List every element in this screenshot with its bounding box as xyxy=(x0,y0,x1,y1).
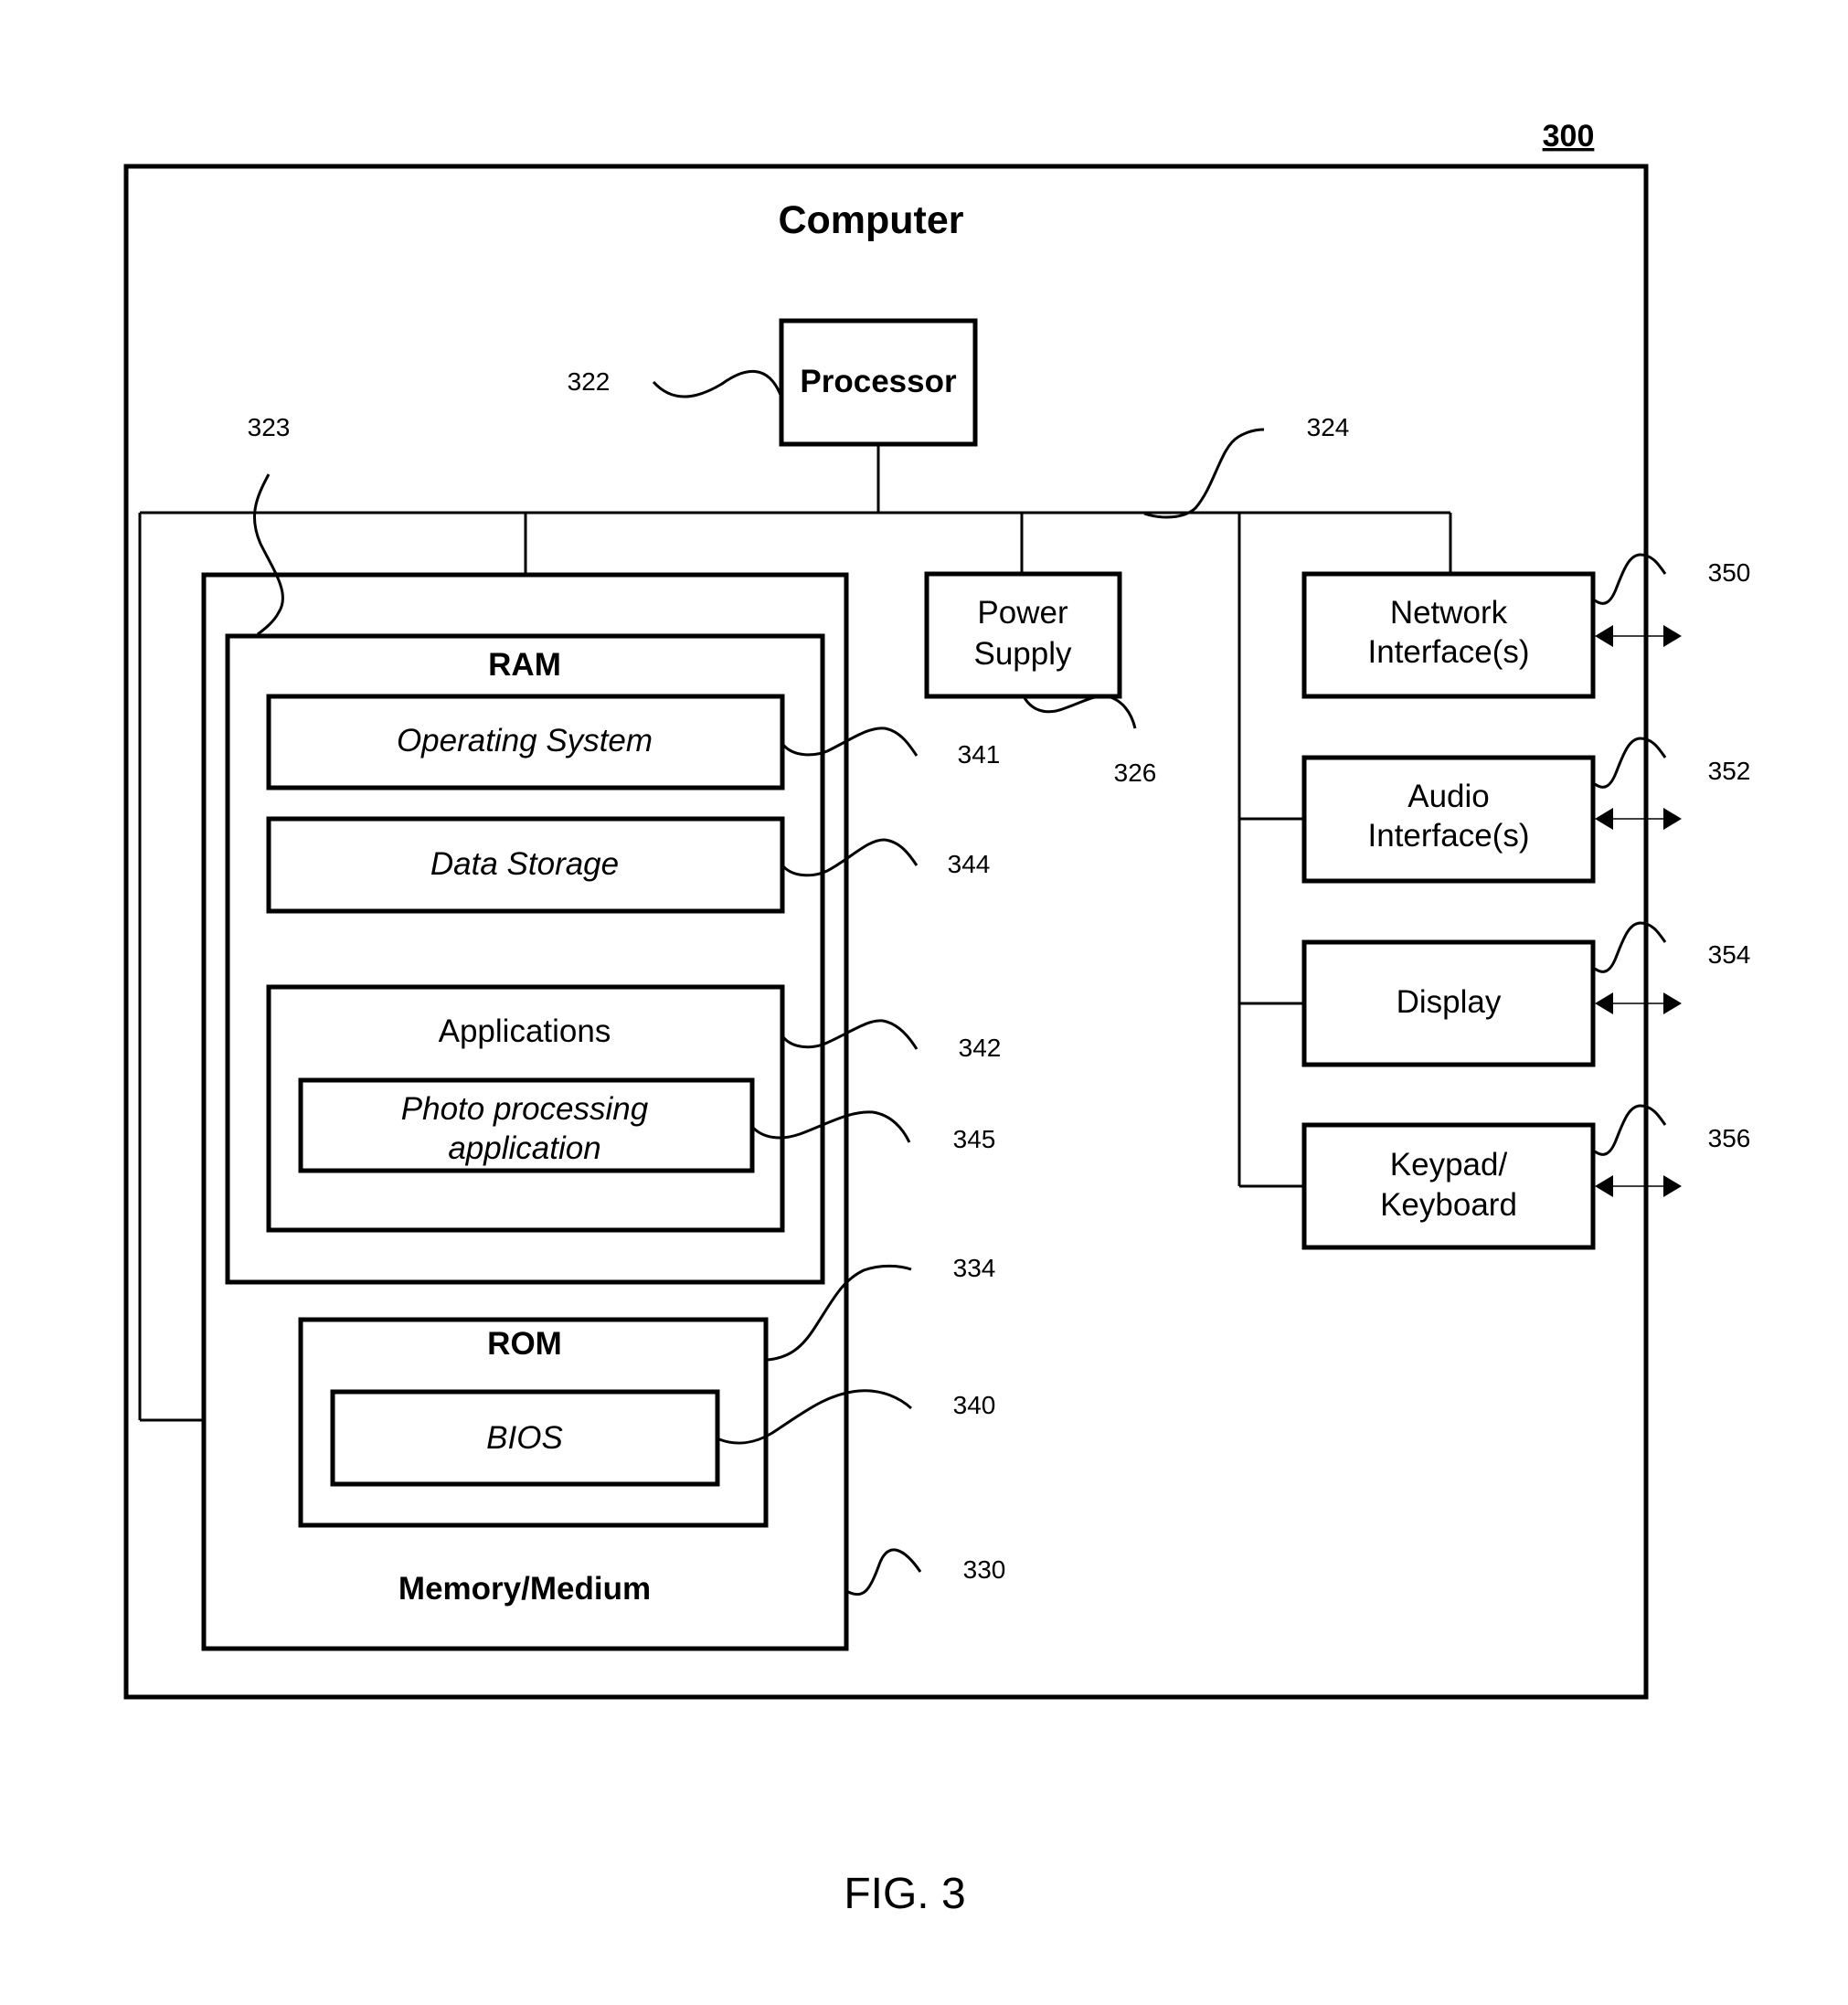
applications-label: Applications xyxy=(439,1013,611,1049)
display-ref: 354 xyxy=(1708,940,1751,969)
rom-ref: 334 xyxy=(953,1254,996,1282)
applications-ref: 342 xyxy=(959,1034,1002,1062)
rom-label: ROM xyxy=(487,1326,562,1362)
processor-ref: 322 xyxy=(568,367,611,396)
ram-label: RAM xyxy=(488,647,561,683)
audio-interface-label-line-1: Audio xyxy=(1407,779,1490,814)
bios-label: BIOS xyxy=(486,1420,563,1456)
network-interface-label-line-2: Interface(s) xyxy=(1368,634,1530,670)
figure-caption: FIG. 3 xyxy=(844,1870,965,1918)
audio-interface-ref: 352 xyxy=(1708,757,1751,785)
network-interface-label-line-1: Network xyxy=(1390,595,1508,631)
photo-processing-label-line-2: application xyxy=(448,1130,600,1166)
power-supply-box xyxy=(924,571,1122,699)
power-supply-label-line-2: Supply xyxy=(973,636,1072,672)
memory-ref: 330 xyxy=(963,1555,1006,1584)
figure-number: 300 xyxy=(1543,119,1595,154)
display-label: Display xyxy=(1397,984,1502,1020)
power-supply-label-line-1: Power xyxy=(977,595,1068,631)
computer-block-diagram: 300 Computer Processor 322 324 Memory/Me… xyxy=(123,119,1751,1918)
memory-bus-ref: 323 xyxy=(248,413,291,441)
power-supply-ref: 326 xyxy=(1114,759,1157,787)
bios-ref: 340 xyxy=(953,1391,996,1419)
network-interface-ref: 350 xyxy=(1708,558,1751,587)
audio-interface-label-line-2: Interface(s) xyxy=(1368,818,1530,854)
memory-medium-label: Memory/Medium xyxy=(398,1571,651,1607)
photo-processing-ref: 345 xyxy=(953,1125,996,1153)
processor-label: Processor xyxy=(800,364,957,399)
operating-system-label: Operating System xyxy=(397,723,653,759)
keypad-label-line-2: Keyboard xyxy=(1380,1187,1517,1223)
keypad-keyboard-box xyxy=(1301,1122,1596,1250)
keypad-label-line-1: Keypad/ xyxy=(1390,1147,1508,1183)
bus-ref: 324 xyxy=(1307,413,1350,441)
os-ref: 341 xyxy=(958,740,1001,769)
photo-processing-label-line-1: Photo processing xyxy=(401,1091,649,1127)
data-storage-label: Data Storage xyxy=(430,846,619,882)
data-storage-ref: 344 xyxy=(948,850,991,878)
computer-title: Computer xyxy=(778,198,963,242)
keypad-ref: 356 xyxy=(1708,1124,1751,1152)
